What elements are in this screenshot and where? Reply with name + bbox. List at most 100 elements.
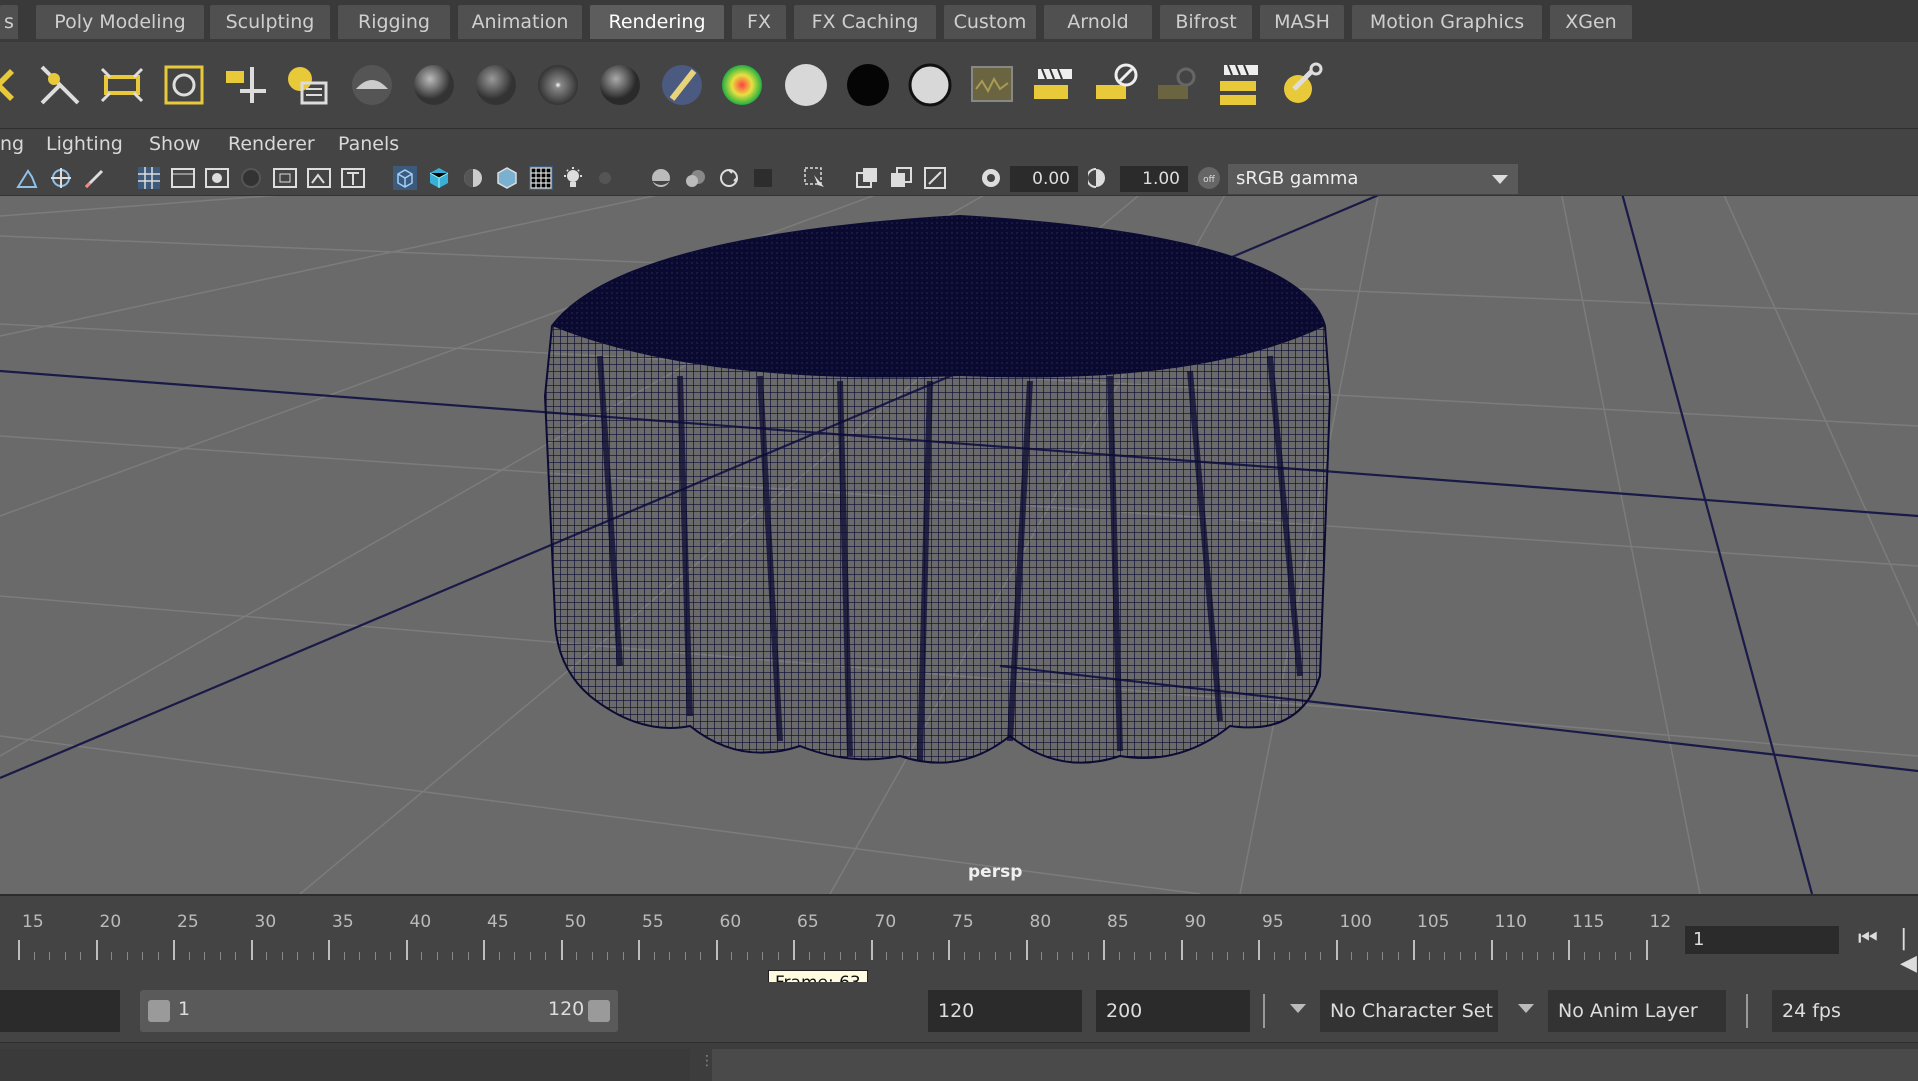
range-slider-bar[interactable]: 1 120 [140, 990, 618, 1032]
shelf-tab-xgen[interactable]: XGen [1550, 5, 1632, 39]
white-sphere-icon[interactable] [782, 61, 830, 109]
camera-pen-icon[interactable] [82, 165, 108, 191]
range-start-handle[interactable] [148, 1000, 170, 1022]
shadows-icon[interactable] [592, 165, 618, 191]
shelf [0, 42, 1918, 129]
timeline-minor-tick [932, 952, 934, 960]
isolate-select-icon[interactable] [802, 165, 828, 191]
material-sphere-2-icon[interactable] [410, 61, 458, 109]
safe-action-icon[interactable] [306, 165, 332, 191]
anim-start-field[interactable] [0, 990, 120, 1032]
time-slider[interactable]: 15 20 25 30 35 40 45 50 55 60 65 70 75 80 85 90 95 100 105… [0, 894, 1918, 984]
color-wheel-sphere-icon[interactable] [718, 61, 766, 109]
ambient-occlusion-icon[interactable] [648, 165, 674, 191]
current-frame-field[interactable]: 1 [1685, 926, 1839, 954]
menu-lighting[interactable]: Lighting [46, 133, 123, 155]
batch-render-icon[interactable] [1216, 61, 1264, 109]
step-back-key-icon[interactable]: |◀ [1900, 926, 1918, 976]
frame-all-icon[interactable] [854, 165, 880, 191]
shelf-tab-custom[interactable]: Custom [944, 5, 1036, 39]
color-management-icon[interactable]: off [1196, 165, 1222, 191]
camera-attr-icon[interactable] [14, 165, 40, 191]
timeline-tick [95, 940, 98, 960]
menu-shading[interactable]: ng [0, 133, 24, 155]
light-link-icon[interactable] [222, 61, 270, 109]
stripe-sphere-icon[interactable] [658, 61, 706, 109]
go-to-start-icon[interactable]: ⏮ [1858, 926, 1878, 951]
frame-selected-icon[interactable] [888, 165, 914, 191]
timeline-tick [1258, 940, 1260, 960]
shelf-tab-fx[interactable]: FX [732, 5, 786, 39]
motion-blur-icon[interactable] [682, 165, 708, 191]
timeline-minor-tick [1366, 952, 1368, 960]
wireframe-icon[interactable] [392, 165, 418, 191]
wireframe-on-shaded-icon[interactable] [494, 165, 520, 191]
outlined-sphere-icon[interactable] [906, 61, 954, 109]
default-material-icon[interactable] [460, 165, 486, 191]
menu-renderer[interactable]: Renderer [228, 133, 315, 155]
color-space-select[interactable]: sRGB gamma [1228, 164, 1518, 194]
select-tool-icon[interactable] [0, 61, 34, 109]
gate-mask-icon[interactable] [238, 165, 264, 191]
render-settings-icon[interactable] [1278, 61, 1326, 109]
menu-show[interactable]: Show [149, 133, 200, 155]
hud-icon[interactable] [922, 165, 948, 191]
hypershade-icon[interactable] [968, 61, 1016, 109]
safe-title-icon[interactable] [340, 165, 366, 191]
shelf-tab-motion-graphics[interactable]: Motion Graphics [1352, 5, 1542, 39]
render-frame-icon[interactable] [1092, 61, 1140, 109]
black-sphere-icon[interactable] [844, 61, 892, 109]
shelf-tab-arnold[interactable]: Arnold [1044, 5, 1152, 39]
character-set-field[interactable]: No Character Set [1320, 990, 1498, 1032]
fps-field[interactable]: 24 fps [1772, 990, 1918, 1032]
field-chart-icon[interactable] [272, 165, 298, 191]
anim-layer-field[interactable]: No Anim Layer [1548, 990, 1726, 1032]
command-line-input[interactable] [0, 1049, 690, 1081]
resolution-gate-icon[interactable] [204, 165, 230, 191]
shelf-tab-poly-modeling[interactable]: Poly Modeling [36, 5, 204, 39]
timeline-minor-tick [607, 952, 608, 960]
ipr-render-icon[interactable] [1154, 61, 1202, 109]
shelf-tab-bifrost[interactable]: Bifrost [1160, 5, 1252, 39]
shelf-tab-rendering[interactable]: Rendering [590, 5, 724, 39]
timeline-minor-tick [188, 952, 190, 960]
shelf-tab-animation[interactable]: Animation [458, 5, 582, 39]
material-sphere-3-icon[interactable] [472, 61, 520, 109]
menu-panels[interactable]: Panels [338, 133, 399, 155]
film-gate-icon[interactable] [170, 165, 196, 191]
tablecloth-mesh[interactable] [543, 214, 1332, 764]
anim-layer-dropdown-icon[interactable] [1518, 1004, 1534, 1013]
shelf-tab-mash[interactable]: MASH [1260, 5, 1344, 39]
exposure-field[interactable]: 0.00 [1010, 166, 1078, 192]
gamma-icon[interactable] [1088, 165, 1114, 191]
shelf-tab-rigging[interactable]: Rigging [338, 5, 450, 39]
material-sphere-1-icon[interactable] [348, 61, 396, 109]
volume-light-icon[interactable] [160, 61, 208, 109]
depth-of-field-icon[interactable] [750, 165, 776, 191]
timeline-tick-label: 45 [487, 912, 509, 932]
area-light-icon[interactable] [98, 61, 146, 109]
material-sphere-5-icon[interactable] [596, 61, 644, 109]
light-editor-icon[interactable] [284, 61, 332, 109]
range-end-handle[interactable] [588, 1000, 610, 1022]
smooth-shade-icon[interactable] [426, 165, 452, 191]
viewport-persp[interactable]: persp [0, 196, 1918, 894]
camera-tumble-icon[interactable] [48, 165, 74, 191]
viewport-scene [0, 196, 1918, 894]
timeline-minor-tick [1304, 952, 1306, 960]
character-set-dropdown-icon[interactable] [1290, 1004, 1306, 1013]
playback-end-field[interactable]: 120 [928, 990, 1082, 1032]
grid-icon[interactable] [136, 165, 162, 191]
shelf-tab-fx-caching[interactable]: FX Caching [794, 5, 936, 39]
gamma-field[interactable]: 1.00 [1120, 166, 1188, 192]
anim-end-field[interactable]: 200 [1096, 990, 1250, 1032]
shelf-tab-sculpting[interactable]: Sculpting [210, 5, 330, 39]
exposure-icon[interactable] [978, 165, 1004, 191]
anti-alias-icon[interactable] [716, 165, 742, 191]
render-view-icon[interactable] [1030, 61, 1078, 109]
shelf-tab-s[interactable]: s [0, 5, 18, 39]
lights-icon[interactable] [560, 165, 586, 191]
material-sphere-4-icon[interactable] [534, 61, 582, 109]
move-light-icon[interactable] [36, 61, 84, 109]
xray-icon[interactable] [528, 165, 554, 191]
